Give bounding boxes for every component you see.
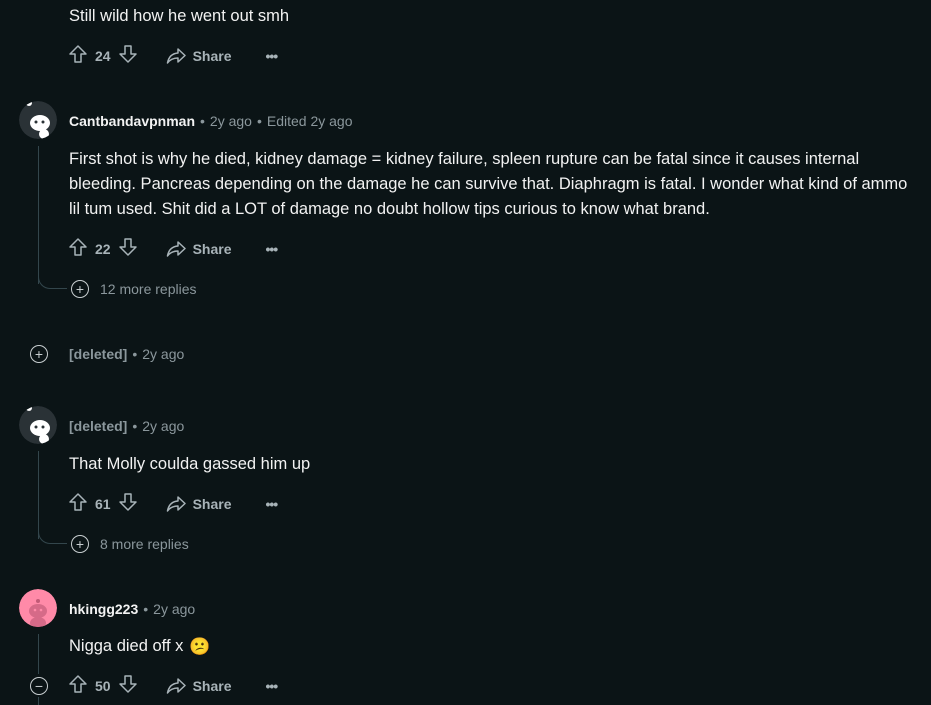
username[interactable]: hkingg223 <box>69 601 138 617</box>
minus-circle-icon[interactable]: − <box>30 677 48 695</box>
more-options-button[interactable]: ••• <box>266 241 279 257</box>
more-replies-link[interactable]: 8 more replies <box>100 535 189 553</box>
timestamp[interactable]: 2y ago <box>210 113 252 129</box>
more-replies-link[interactable]: 12 more replies <box>100 280 197 298</box>
share-button[interactable]: Share <box>166 240 232 258</box>
username: [deleted] <box>69 418 128 434</box>
plus-circle-icon[interactable]: + <box>71 280 89 298</box>
share-button[interactable]: Share <box>166 677 232 695</box>
timestamp[interactable]: 2y ago <box>153 601 195 617</box>
downvote-arrow-icon[interactable] <box>118 237 138 262</box>
comment-actions: 61 Share ••• <box>68 492 279 517</box>
share-arrow-icon <box>166 496 186 512</box>
share-button[interactable]: Share <box>166 495 232 513</box>
thread-line[interactable] <box>38 697 39 705</box>
downvote-arrow-icon[interactable] <box>118 674 138 699</box>
separator: • <box>256 113 262 129</box>
comment-header: Cantbandavpnman • 2y ago • Edited 2y ago <box>69 112 353 130</box>
comment-header: [deleted] • 2y ago <box>69 417 184 435</box>
thread-line[interactable] <box>38 146 39 284</box>
edited-timestamp: Edited 2y ago <box>266 113 353 129</box>
upvote-arrow-icon[interactable] <box>68 44 88 69</box>
share-label: Share <box>192 48 232 64</box>
vote-count: 22 <box>95 241 111 257</box>
plus-circle-icon[interactable]: + <box>71 535 89 553</box>
username: [deleted] <box>69 346 128 362</box>
timestamp[interactable]: 2y ago <box>142 418 184 434</box>
vote-count: 50 <box>95 678 111 694</box>
comment-actions: 22 Share ••• <box>68 237 279 262</box>
thread-branch <box>38 525 67 544</box>
share-label: Share <box>192 241 232 257</box>
upvote-arrow-icon[interactable] <box>68 492 88 517</box>
upvote-arrow-icon[interactable] <box>68 237 88 262</box>
share-arrow-icon <box>166 48 186 64</box>
share-arrow-icon <box>166 241 186 257</box>
separator: • <box>200 113 205 129</box>
snoo-avatar[interactable] <box>19 589 57 627</box>
snoo-avatar <box>19 406 57 444</box>
share-label: Share <box>192 496 232 512</box>
more-options-button[interactable]: ••• <box>266 496 279 512</box>
thread-branch <box>38 270 67 289</box>
confused-emoji: 😕 <box>189 637 211 656</box>
comment-text-row: Nigga died off x 😕 <box>69 634 211 659</box>
timestamp[interactable]: 2y ago <box>142 346 184 362</box>
comment-header: [deleted] • 2y ago <box>69 345 184 363</box>
comment-text: Still wild how he went out smh <box>69 7 290 25</box>
comment-actions: 50 Share ••• <box>68 674 279 699</box>
comment-text: That Molly coulda gassed him up <box>69 455 311 473</box>
separator: • <box>132 346 138 362</box>
share-arrow-icon <box>166 678 186 694</box>
thread-line[interactable] <box>38 634 39 674</box>
downvote-arrow-icon[interactable] <box>118 492 138 517</box>
snoo-avatar[interactable] <box>19 101 57 139</box>
downvote-arrow-icon[interactable] <box>118 44 138 69</box>
separator: • <box>143 601 149 617</box>
share-label: Share <box>192 678 232 694</box>
comment-actions: 24 Share ••• <box>68 44 279 69</box>
vote-count: 61 <box>95 496 111 512</box>
share-button[interactable]: Share <box>166 47 232 65</box>
separator: • <box>132 418 138 434</box>
vote-count: 24 <box>95 48 111 64</box>
username[interactable]: Cantbandavpnman <box>69 113 195 129</box>
plus-circle-icon[interactable]: + <box>30 345 48 363</box>
comment-text: Nigga died off x <box>69 637 184 655</box>
comment-text: First shot is why he died, kidney damage… <box>69 150 908 218</box>
upvote-arrow-icon[interactable] <box>68 674 88 699</box>
more-options-button[interactable]: ••• <box>266 48 279 64</box>
comment-header: hkingg223 • 2y ago <box>69 600 195 618</box>
more-options-button[interactable]: ••• <box>266 678 279 694</box>
